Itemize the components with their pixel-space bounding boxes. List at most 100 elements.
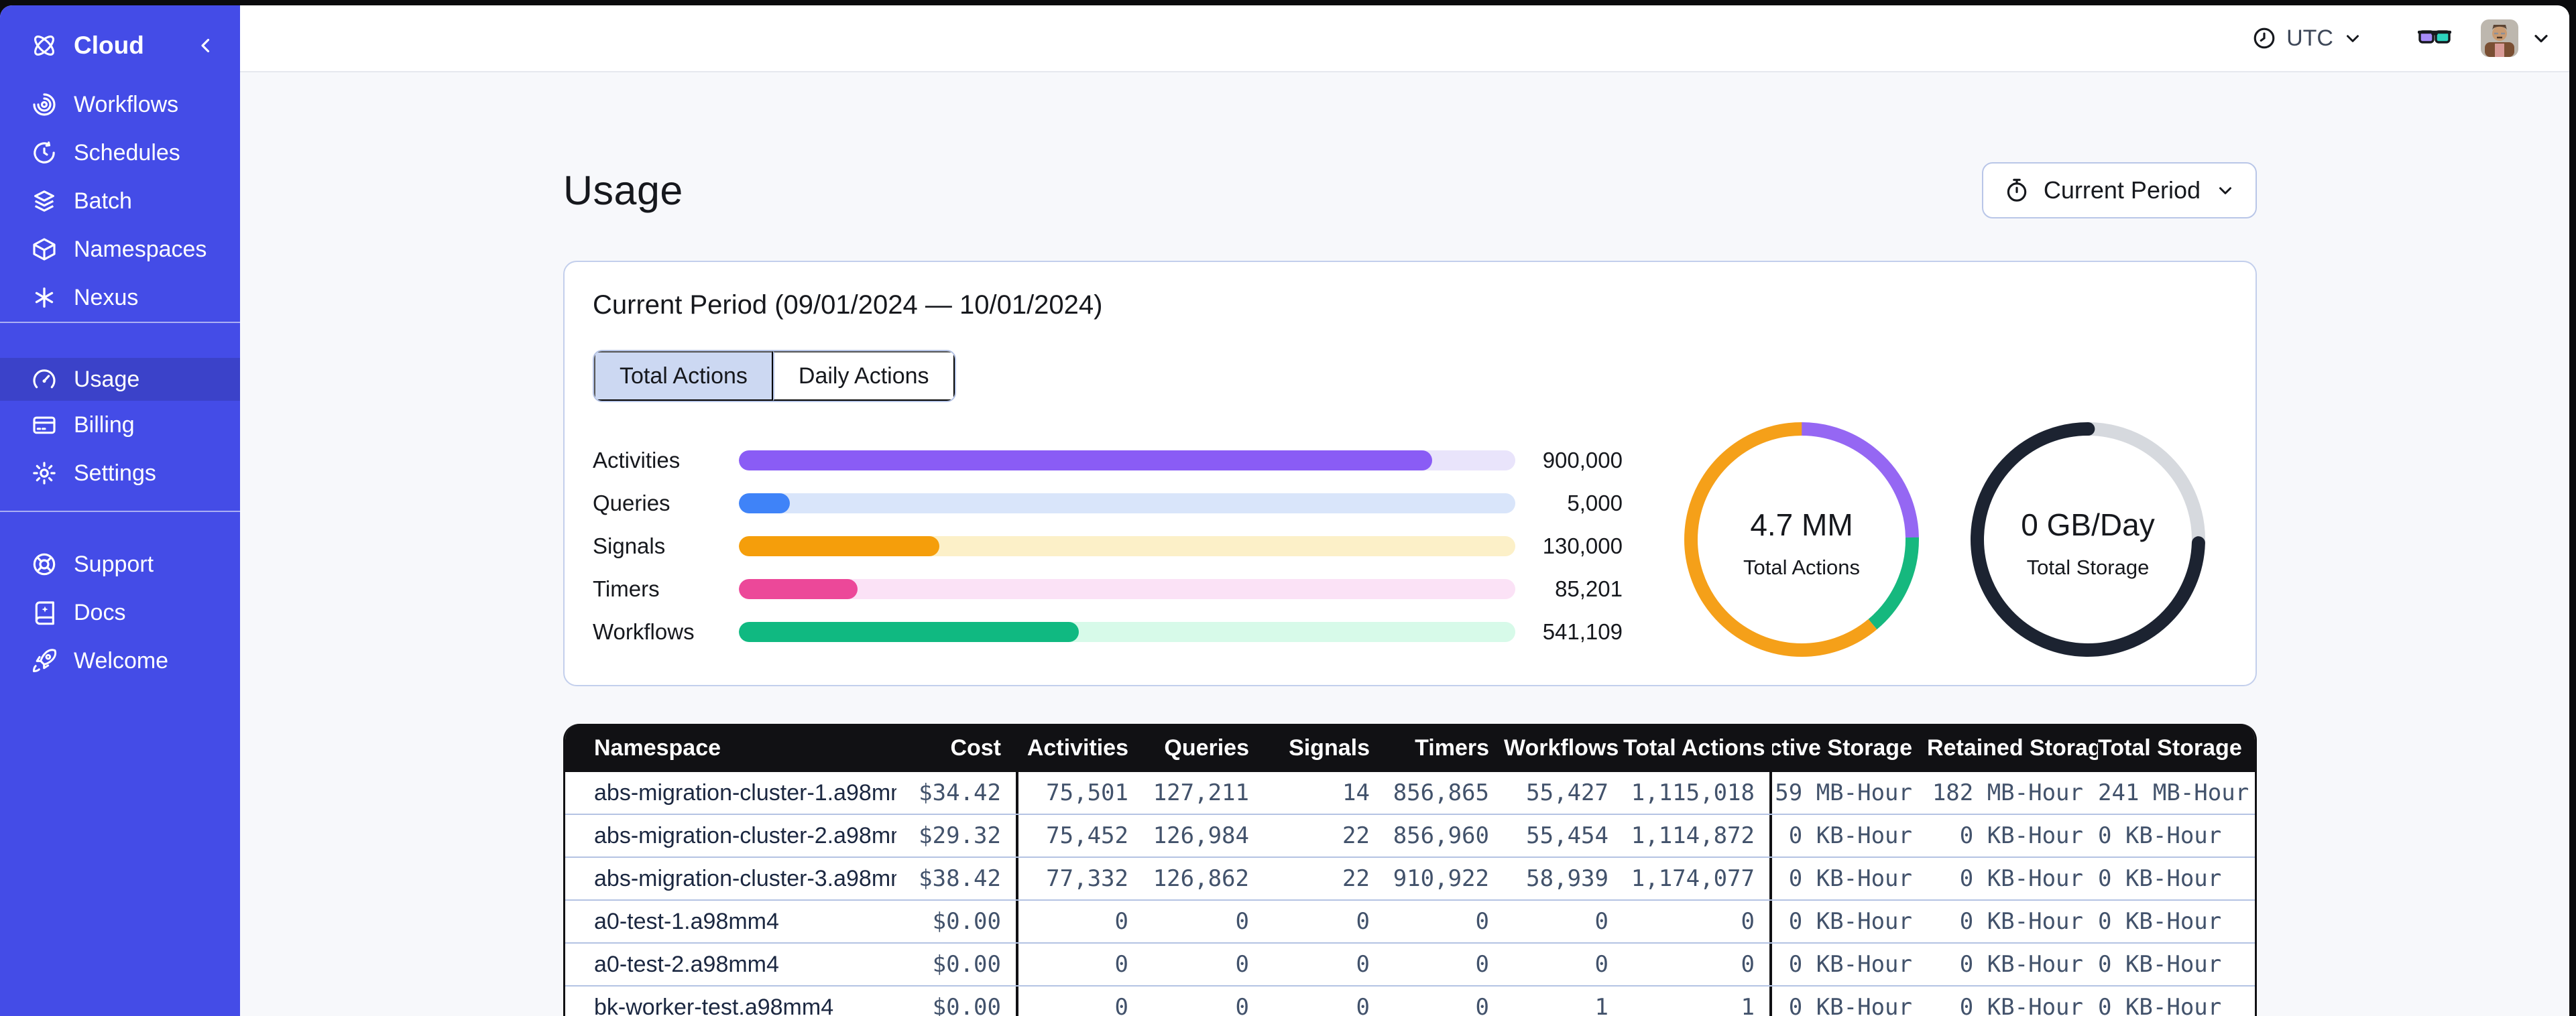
namespace-cell: bk-worker-test.a98mm4 (565, 995, 896, 1016)
totals-donut-charts: 4.7 MM Total Actions 0 GB/Day Total Storage (1671, 409, 2219, 670)
namespace-link[interactable]: abs-migration-cluster-2.a98mm4 (594, 823, 896, 848)
value-cell: 0 KB-Hour (1959, 994, 2083, 1016)
sidebar-item-nexus[interactable]: Nexus (0, 273, 240, 322)
usage-summary-card: Current Period (09/01/2024 — 10/01/2024)… (563, 261, 2257, 686)
value-cell: 0 (1016, 987, 1143, 1016)
table-row: a0-test-1.a98mm4 $0.00 0 0 0 0 0 0 0 KB-Hour 0 KB… (565, 901, 2255, 944)
tab-total-actions[interactable]: Total Actions (594, 351, 773, 401)
nexus-icon (31, 284, 58, 311)
value-cell: 0 (1741, 908, 1755, 935)
user-avatar[interactable] (2481, 19, 2518, 57)
welcome-icon (31, 647, 58, 674)
usage-icon (31, 366, 58, 393)
bar-value: 85,201 (1555, 576, 1623, 601)
sidebar-item-docs[interactable]: Docs (0, 588, 240, 637)
sidebar-collapse-icon[interactable] (194, 34, 217, 57)
column-header-active-storage: Active Storage (1769, 724, 1927, 772)
value-cell: 0 (1235, 951, 1249, 978)
bar-fill (739, 450, 1433, 470)
bar-row-activities: Activities 900,000 (593, 448, 1623, 472)
column-header-signals: Signals (1289, 735, 1370, 761)
sidebar-item-settings[interactable]: Settings (0, 449, 240, 497)
value-cell: 126,984 (1153, 822, 1249, 849)
value-cell: $38.42 (919, 865, 1001, 892)
value-cell: 0 (1741, 951, 1755, 978)
bar-fill (739, 536, 939, 556)
user-menu-chevron-icon[interactable] (2530, 27, 2552, 49)
namespace-cell: a0-test-1.a98mm4 (565, 909, 896, 935)
sidebar-item-support[interactable]: Support (0, 540, 240, 588)
sidebar-item-label: Nexus (74, 284, 139, 310)
sidebar-item-namespaces[interactable]: Namespaces (0, 225, 240, 273)
value-cell: $0.00 (932, 951, 1001, 978)
bar-fill (739, 493, 791, 513)
bar-track (739, 493, 1515, 513)
value-cell: 0 KB-Hour (1769, 858, 1927, 899)
donut-center-label: Total Actions (1743, 556, 1860, 579)
sidebar-item-welcome[interactable]: Welcome (0, 637, 240, 685)
timezone-selector[interactable]: UTC (2251, 25, 2363, 52)
sidebar-item-workflows[interactable]: Workflows (0, 80, 240, 129)
bar-track (739, 579, 1515, 599)
namespace-link[interactable]: a0-test-2.a98mm4 (594, 952, 779, 977)
column-header-activities: Activities (1016, 724, 1143, 772)
glasses-icon[interactable] (2418, 29, 2451, 48)
namespace-cell: abs-migration-cluster-1.a98mm4 (565, 780, 896, 806)
value-cell: 22 (1342, 865, 1370, 892)
table-header-row: Namespace Cost Activities Queries Signals Tim… (565, 724, 2255, 772)
sidebar: Cloud Workflows Schedules Batch Namespaces N… (0, 5, 240, 1016)
column-header-total-actions: Total Actions (1623, 735, 1765, 761)
value-cell: 59 MB-Hour (1769, 772, 1927, 814)
actions-bar-chart: Activities 900,000 Queries 5,000 Signals 130,… (593, 448, 1623, 665)
value-cell: 1,174,077 (1631, 865, 1755, 892)
temporal-cloud-logo-icon (30, 31, 59, 60)
value-cell: $34.42 (919, 779, 1001, 806)
namespace-link[interactable]: bk-worker-test.a98mm4 (594, 995, 833, 1016)
actions-tab-group: Total Actions Daily Actions (593, 350, 956, 402)
value-cell: 910,922 (1393, 865, 1489, 892)
stopwatch-icon (2003, 177, 2030, 204)
bar-label: Queries (593, 491, 670, 515)
donut-center-value: 0 GB/Day (2021, 507, 2154, 542)
sidebar-item-billing[interactable]: Billing (0, 401, 240, 449)
namespace-link[interactable]: a0-test-1.a98mm4 (594, 909, 779, 934)
value-cell: 58,939 (1526, 865, 1608, 892)
value-cell: $0.00 (932, 908, 1001, 935)
value-cell: 0 (1356, 994, 1370, 1016)
value-cell: 0 (1594, 951, 1608, 978)
value-cell: 0 KB-Hour (1959, 908, 2083, 935)
tab-daily-actions[interactable]: Daily Actions (772, 351, 955, 401)
settings-icon (31, 460, 58, 487)
value-cell: 1,114,872 (1631, 822, 1755, 849)
table-row: a0-test-2.a98mm4 $0.00 0 0 0 0 0 0 0 KB-Hour 0 KB… (565, 944, 2255, 987)
period-selector-button[interactable]: Current Period (1981, 162, 2257, 218)
sidebar-item-schedules[interactable]: Schedules (0, 129, 240, 177)
docs-icon (31, 599, 58, 626)
bar-track (739, 536, 1515, 556)
usage-page: Usage Current Period Current Period (09/… (240, 72, 2569, 1016)
app-window: Cloud Workflows Schedules Batch Namespaces N… (0, 5, 2569, 1016)
value-cell: $0.00 (932, 994, 1001, 1016)
sidebar-item-label: Billing (74, 411, 135, 438)
chevron-down-icon (2215, 180, 2235, 200)
value-cell: 0 KB-Hour (1959, 865, 2083, 892)
sidebar-logo-row: Cloud (0, 11, 240, 80)
bar-row-workflows: Workflows 541,109 (593, 619, 1623, 644)
batch-icon (31, 188, 58, 214)
page-title: Usage (563, 168, 683, 213)
value-cell: 0 (1235, 908, 1249, 935)
value-cell: 14 (1342, 779, 1370, 806)
donut-center-label: Total Storage (2027, 556, 2150, 579)
sidebar-item-usage[interactable]: Usage (0, 358, 240, 401)
schedules-icon (31, 139, 58, 166)
value-cell: 126,862 (1153, 865, 1249, 892)
main-area: UTC Usage Current Period Current Period … (240, 5, 2569, 1016)
bar-fill (739, 579, 858, 599)
namespace-link[interactable]: abs-migration-cluster-1.a98mm4 (594, 780, 896, 806)
sidebar-item-batch[interactable]: Batch (0, 177, 240, 225)
value-cell: 856,960 (1393, 822, 1489, 849)
namespace-link[interactable]: abs-migration-cluster-3.a98mm4 (594, 866, 896, 891)
billing-icon (31, 411, 58, 438)
value-cell: 75,501 (1016, 772, 1143, 814)
table-row: abs-migration-cluster-3.a98mm4 $38.42 77,3… (565, 858, 2255, 901)
